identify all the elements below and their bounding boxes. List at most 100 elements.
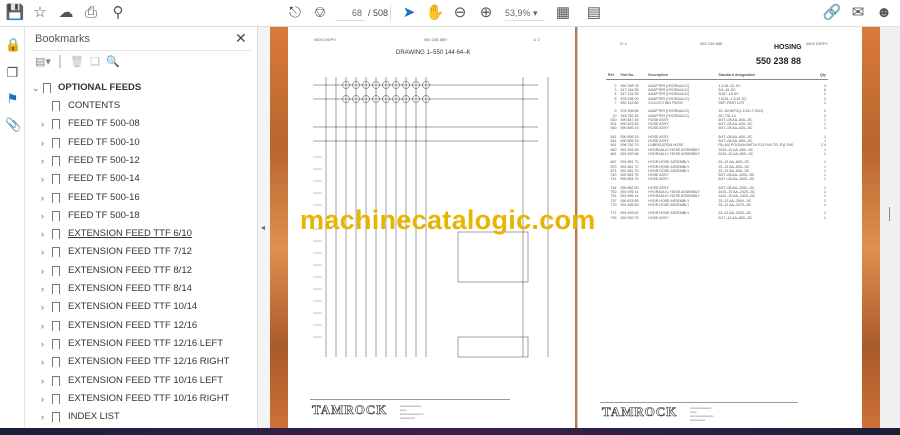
bookmark-label: EXTENSION FEED TTF 12/16 LEFT xyxy=(68,337,224,349)
bookmark-item[interactable]: › FEED TF 500-14 xyxy=(25,170,258,188)
bookmark-item[interactable]: › EXTENSION FEED TTF 12/16 RIGHT xyxy=(25,353,258,371)
search-icon[interactable]: ⚲ xyxy=(108,4,128,22)
bookmarks-icon[interactable]: ⚑ xyxy=(5,91,20,106)
taskbar xyxy=(0,428,900,435)
options-menu-icon[interactable]: ▤▾ xyxy=(35,56,51,68)
bookmark-label: EXTENSION FEED TTF 12/16 xyxy=(68,319,198,331)
zoom-in-icon[interactable]: ⊕ xyxy=(476,4,496,22)
bookmark-item[interactable]: › EXTENSION FEED TTF 10/16 LEFT xyxy=(25,372,258,390)
delete-icon[interactable]: 🗑 xyxy=(70,56,84,68)
page-number-input[interactable]: 68 xyxy=(335,5,365,21)
zoom-out-icon[interactable]: ⊖ xyxy=(450,4,470,22)
scroll-mode-icon[interactable]: ▤ xyxy=(584,4,604,22)
next-page-icon[interactable]: ⎊ xyxy=(310,4,330,22)
bookmark-icon xyxy=(52,229,60,240)
lock-icon[interactable]: 🔒 xyxy=(5,37,21,52)
chevron-right-icon[interactable]: › xyxy=(41,262,44,280)
bookmark-optional-feeds[interactable]: ⌄ OPTIONAL FEEDS xyxy=(25,79,258,97)
bookmark-item[interactable]: › EXTENSION FEED TTF 10/14 xyxy=(25,298,258,316)
hand-tool-icon[interactable]: ✋ xyxy=(425,4,445,22)
chevron-right-icon[interactable]: › xyxy=(41,408,44,426)
chevron-right-icon[interactable]: › xyxy=(41,353,44,371)
vertical-scrollbar[interactable] xyxy=(880,27,900,428)
chevron-right-icon[interactable]: › xyxy=(41,317,44,335)
column-header: Description xyxy=(646,73,717,81)
bookmark-label: EXTENSION FEED TTF 8/14 xyxy=(68,283,192,294)
attachment-icon[interactable]: 📎 xyxy=(5,117,21,132)
column-header: Part No. xyxy=(618,73,647,81)
bookmark-label: EXTENSION FEED TTF 10/16 LEFT xyxy=(68,374,224,386)
fit-page-icon[interactable]: ▦ xyxy=(553,4,573,22)
watermark: machinecatalogic.com xyxy=(300,205,596,235)
zoom-level-dropdown[interactable]: 53,9% ▾ xyxy=(505,5,545,21)
panel-splitter[interactable]: ◂ xyxy=(258,27,270,428)
page-right: 2/ 2 550 238 88K 0604 DWPV HOSING 550 23… xyxy=(577,27,862,428)
save-icon[interactable]: 💾 xyxy=(5,4,25,22)
bookmark-item[interactable]: › EXTENSION FEED TTF 6/10 xyxy=(25,225,258,243)
bookmark-item[interactable]: › EXTENSION FEED TTF 8/14 xyxy=(25,280,258,298)
chevron-right-icon[interactable]: › xyxy=(41,280,44,298)
divider xyxy=(33,50,251,51)
select-cursor-icon[interactable]: ➤ xyxy=(399,4,419,22)
email-icon[interactable]: ✉ xyxy=(848,4,868,22)
bookmark-icon xyxy=(52,192,60,203)
bookmark-star-icon[interactable]: ☆ xyxy=(30,4,50,22)
chevron-right-icon[interactable]: › xyxy=(41,335,44,353)
bookmark-item[interactable]: › FEED TF 500-12 xyxy=(25,152,258,170)
column-header: Ref xyxy=(606,73,619,81)
bookmark-item[interactable]: › EXTENSION FEED TTF 10/16 RIGHT xyxy=(25,390,258,408)
bookmark-icon xyxy=(52,247,60,258)
bookmark-label: FEED TF 500-10 xyxy=(68,136,140,148)
footer-address: ▪▪▪▪▪▪▪▪▪▪▪▪▪▪▪▪▪▪▪▪ ▪▪▪▪▪▪ ▪▪▪▪▪▪▪▪▪▪▪▪▪▪… xyxy=(690,406,714,422)
chevron-right-icon[interactable]: › xyxy=(41,207,44,225)
header-right: 0604 DWPV xyxy=(806,41,829,46)
bookmark-item[interactable]: › FEED TF 500-16 xyxy=(25,189,258,207)
chevron-right-icon[interactable]: › xyxy=(41,152,44,170)
new-bookmark-icon[interactable]: ❏ xyxy=(90,56,100,68)
bookmark-tools: ▤▾ │ 🗑 ❏ 🔍 xyxy=(35,56,120,68)
chevron-right-icon[interactable]: › xyxy=(41,225,44,243)
bookmark-item[interactable]: › FEED TF 500-18 xyxy=(25,207,258,225)
bookmark-item[interactable]: › FEED TF 500-08 xyxy=(25,115,258,133)
scroll-thumb[interactable] xyxy=(889,207,890,221)
chevron-right-icon[interactable]: › xyxy=(41,372,44,390)
print-icon[interactable]: ⎙ xyxy=(81,4,101,22)
toolbar: 💾 ☆ ☁ ⎙ ⚲ ⎋ ⎊ 68 / 508 ➤ ✋ ⊖ ⊕ 53,9% ▾ ▦… xyxy=(0,0,900,27)
bookmark-item[interactable]: › EXTENSION FEED TTF 8/12 xyxy=(25,262,258,280)
tamrock-logo: TAMROCK xyxy=(312,402,388,418)
bookmark-item[interactable]: › EXTENSION FEED TTF 12/16 LEFT xyxy=(25,335,258,353)
bookmark-icon xyxy=(52,320,60,331)
parts-table: Ref Part No. Description Standard designati… xyxy=(606,73,828,224)
chevron-right-icon[interactable]: › xyxy=(41,170,44,188)
footer-rule xyxy=(600,402,798,403)
find-bookmark-icon[interactable]: 🔍 xyxy=(106,56,120,68)
header-mid: 550 238 88K xyxy=(700,41,723,46)
add-user-icon[interactable]: ☻ xyxy=(874,4,894,22)
bookmark-label: EXTENSION FEED TTF 10/16 RIGHT xyxy=(68,392,230,404)
collapse-arrow-icon[interactable]: ◂ xyxy=(261,223,265,232)
upload-cloud-icon[interactable]: ☁ xyxy=(56,4,76,22)
column-header: Qty xyxy=(815,73,828,81)
chevron-right-icon[interactable]: › xyxy=(41,115,44,133)
close-icon[interactable]: ✕ xyxy=(235,30,247,47)
bookmark-label: EXTENSION FEED TTF 10/14 xyxy=(68,301,198,313)
bookmark-item[interactable]: CONTENTS xyxy=(25,97,258,115)
bookmark-icon xyxy=(52,155,60,166)
chevron-right-icon[interactable]: › xyxy=(41,298,44,316)
chevron-right-icon[interactable]: › xyxy=(41,243,44,261)
pages-icon[interactable]: ❐ xyxy=(5,65,20,80)
bookmark-label: FEED TF 500-18 xyxy=(68,209,140,221)
bookmark-item[interactable]: › EXTENSION FEED TTF 12/16 xyxy=(25,317,258,335)
bookmark-item[interactable]: › EXTENSION FEED TTF 7/12 xyxy=(25,243,258,261)
bookmark-item[interactable]: › INDEX LIST xyxy=(25,408,258,426)
bookmark-icon xyxy=(52,137,60,148)
bookmark-label: FEED TF 500-16 xyxy=(68,191,140,203)
chevron-right-icon[interactable]: › xyxy=(41,390,44,408)
chevron-down-icon[interactable]: ⌄ xyxy=(32,79,40,97)
share-link-icon[interactable]: 🔗 xyxy=(822,4,842,22)
chevron-right-icon[interactable]: › xyxy=(41,134,44,152)
column-header: Standard designation xyxy=(716,73,816,81)
bookmark-item[interactable]: › FEED TF 500-10 xyxy=(25,134,258,152)
previous-page-icon[interactable]: ⎋ xyxy=(285,4,305,22)
chevron-right-icon[interactable]: › xyxy=(41,189,44,207)
